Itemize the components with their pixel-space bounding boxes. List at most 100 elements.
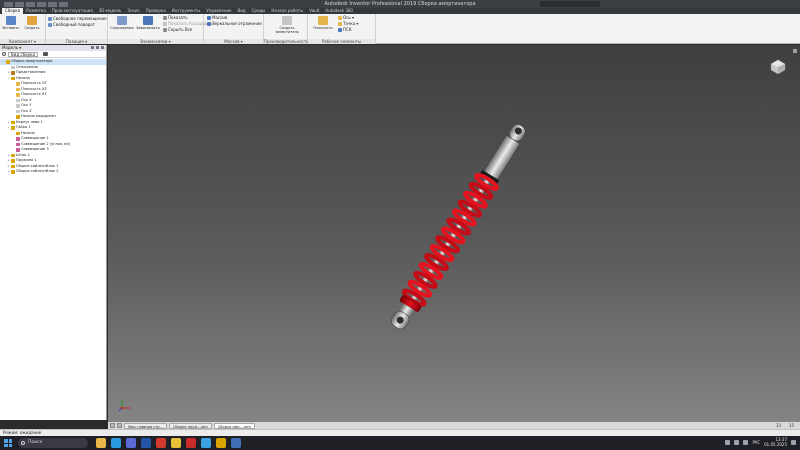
taskbar-search-input[interactable]: Поиск [18, 438, 88, 448]
show-button[interactable]: Показать [163, 15, 188, 20]
component-icon [11, 71, 15, 75]
mirror-button[interactable]: Зеркальное отражение [207, 21, 262, 26]
find-icon[interactable] [43, 52, 49, 56]
clock[interactable]: 13:37 01.05.2025 [764, 437, 787, 447]
help-search-input[interactable] [540, 1, 600, 7]
title-bar: Autodesk Inventor Professional 2019 Сбор… [0, 0, 800, 8]
pattern-icon [207, 15, 211, 20]
edge-icon[interactable] [111, 438, 121, 448]
component-icon [16, 98, 20, 102]
windows-start-icon[interactable] [4, 439, 12, 447]
view-selector[interactable]: Вид сборки [8, 51, 39, 57]
hide-all-button[interactable]: Скрыть Все [163, 27, 192, 32]
file-explorer-icon[interactable] [96, 438, 106, 448]
productivity-group: Создать заместитель Производительность [264, 14, 309, 44]
axis-icon [338, 15, 342, 20]
document-tab[interactable]: Сборка пруж...iam [168, 422, 212, 429]
tree-node[interactable]: + Сборка сайлентблок 2 [0, 169, 106, 175]
document-tab[interactable]: Сборка амо....iam [213, 422, 255, 429]
constrain-icon [143, 16, 153, 25]
browser-toolbar: Вид сборки [0, 51, 106, 58]
component-icon [11, 170, 15, 174]
expand-toggle-icon[interactable]: − [7, 126, 10, 129]
chrome-icon[interactable] [171, 438, 181, 448]
clock-date: 01.05.2025 [764, 442, 787, 447]
graphics-viewport[interactable] [108, 45, 800, 422]
menu-icon[interactable] [96, 46, 99, 49]
volume-icon[interactable] [743, 439, 749, 445]
windows-taskbar: Поиск РУС 13:37 01.05.2025 [0, 436, 800, 450]
count-a: 13 [775, 423, 781, 428]
position-group: Свободное перемещение Свободный поворот … [46, 14, 108, 44]
expand-toggle-icon[interactable]: + [7, 170, 10, 173]
expand-toggle-icon[interactable]: + [7, 153, 10, 157]
create-icon [27, 16, 37, 25]
plane-icon [318, 16, 328, 25]
create-button[interactable]: Создать [23, 15, 41, 37]
assemble-button[interactable]: Сопряжение [110, 15, 134, 37]
photoshop-icon[interactable] [141, 438, 151, 448]
expand-toggle-icon[interactable]: + [7, 120, 10, 124]
expand-toggle-icon[interactable]: − [2, 60, 5, 63]
word-icon[interactable] [231, 438, 241, 448]
pdf-icon[interactable] [156, 438, 166, 448]
expand-toggle-icon[interactable]: + [7, 159, 10, 162]
expand-toggle-icon[interactable]: − [7, 76, 10, 80]
expand-toggle-icon[interactable]: + [7, 71, 10, 74]
add-panel-icon[interactable] [91, 46, 94, 49]
group-label-relationships: Взаимосвязи ▾ [108, 39, 203, 44]
network-icon[interactable] [734, 439, 740, 445]
work-features-group: Плоскость Ось ▾ Точка ▾ ПСК Рабочие элем… [308, 14, 376, 44]
component-icon [16, 115, 20, 119]
component-icon [11, 76, 15, 80]
document-counts: 13 15 [776, 423, 794, 428]
expand-toggle-icon[interactable]: + [7, 164, 10, 168]
pattern-button[interactable]: Массив [207, 15, 227, 20]
notifications-icon[interactable] [791, 439, 796, 445]
opera-icon[interactable] [186, 438, 196, 448]
store-icon[interactable] [126, 438, 136, 448]
chevron-up-icon[interactable] [725, 439, 731, 445]
browser-title[interactable]: Модель ▾ [2, 45, 21, 50]
free-rotate-button[interactable]: Свободный поворот [48, 22, 95, 27]
free-move-button[interactable]: Свободное перемещение [48, 16, 107, 21]
telegram-icon[interactable] [201, 438, 211, 448]
inventor-icon[interactable] [216, 438, 226, 448]
constrain-button[interactable]: Зависимость [135, 15, 161, 37]
inventor-window: Autodesk Inventor Professional 2019 Сбор… [0, 0, 800, 450]
ucs-icon [338, 27, 342, 32]
browser-header: Модель ▾ [0, 45, 106, 51]
move-icon [48, 16, 52, 21]
cascade-icon[interactable] [117, 423, 122, 428]
document-tab[interactable]: Мои главная стр... [124, 422, 167, 429]
pattern-group: Массив Зеркальное отражение Массив ▾ [204, 14, 264, 44]
filter-icon[interactable] [2, 52, 6, 56]
close-icon[interactable] [101, 46, 104, 49]
point-button[interactable]: Точка ▾ [338, 21, 358, 26]
ribbon-panel: Вставить Создать Компонент ▾ Свободное п… [0, 14, 800, 44]
group-label-position: Позиция ▾ [46, 39, 107, 44]
point-icon [338, 21, 342, 26]
show-relations-icon [163, 21, 167, 26]
show-icon [163, 15, 167, 20]
insert-button[interactable]: Вставить [2, 15, 20, 37]
group-label-work-features: Рабочие элементы [308, 39, 375, 44]
ucs-button[interactable]: ПСК [338, 27, 352, 32]
component-icon [11, 159, 15, 163]
axis-button[interactable]: Ось ▾ [338, 15, 354, 20]
plane-button[interactable]: Плоскость [310, 15, 336, 37]
shock-absorber-model[interactable] [108, 45, 800, 422]
create-substitute-button[interactable]: Создать заместитель [274, 15, 300, 37]
tile-icon[interactable] [110, 423, 115, 428]
component-icon [11, 126, 15, 130]
language-indicator[interactable]: РУС [752, 440, 760, 445]
group-label-pattern: Массив ▾ [204, 39, 263, 44]
